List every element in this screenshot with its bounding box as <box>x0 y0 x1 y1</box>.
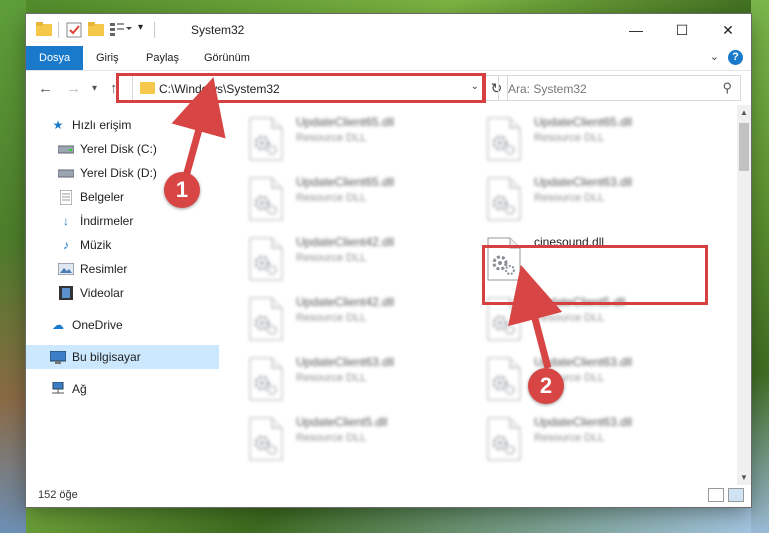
callout-badge-one: 1 <box>164 172 200 208</box>
callout-arrows <box>171 77 563 369</box>
arrow-to-target-file <box>508 264 563 369</box>
arrow-to-address-bar <box>171 77 226 181</box>
callout-badge-two: 2 <box>528 368 564 404</box>
